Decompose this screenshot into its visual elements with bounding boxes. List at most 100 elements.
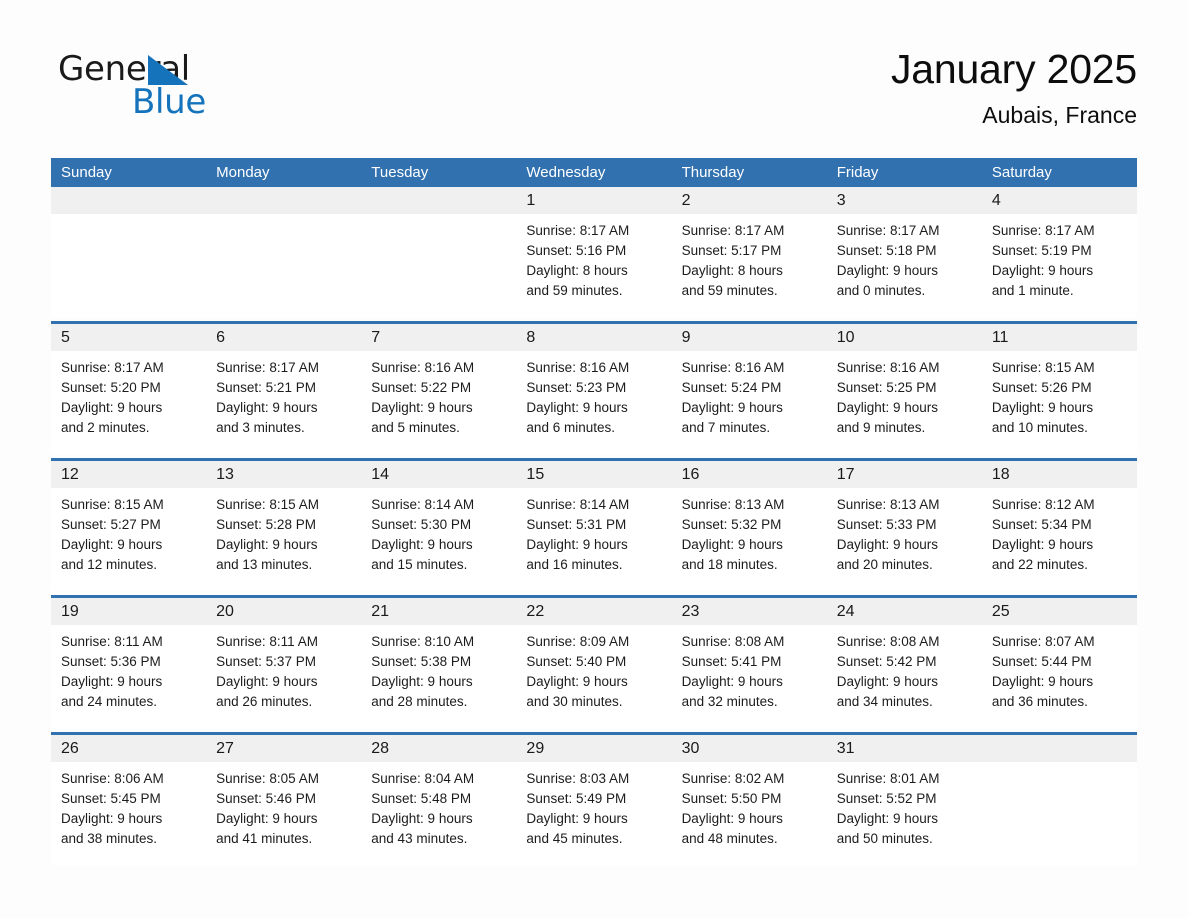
daylight-text-line2: and 45 minutes.	[526, 831, 623, 846]
day-cell[interactable]: Sunrise: 8:17 AM Sunset: 5:21 PM Dayligh…	[206, 351, 361, 454]
day-number[interactable]: 16	[672, 461, 827, 488]
day-cell[interactable]	[51, 214, 206, 317]
day-number[interactable]	[206, 187, 361, 214]
day-cell[interactable]: Sunrise: 8:04 AM Sunset: 5:48 PM Dayligh…	[361, 762, 516, 865]
day-cell[interactable]: Sunrise: 8:07 AM Sunset: 5:44 PM Dayligh…	[982, 625, 1137, 728]
week-info-band: Sunrise: 8:17 AM Sunset: 5:20 PM Dayligh…	[51, 351, 1137, 454]
day-number[interactable]: 19	[51, 598, 206, 625]
daylight-text-line2: and 24 minutes.	[61, 694, 158, 709]
day-number[interactable]: 28	[361, 735, 516, 762]
day-cell[interactable]: Sunrise: 8:15 AM Sunset: 5:27 PM Dayligh…	[51, 488, 206, 591]
sunset-text: Sunset: 5:36 PM	[61, 654, 161, 669]
day-cell[interactable]: Sunrise: 8:12 AM Sunset: 5:34 PM Dayligh…	[982, 488, 1137, 591]
day-cell[interactable]: Sunrise: 8:16 AM Sunset: 5:25 PM Dayligh…	[827, 351, 982, 454]
day-number[interactable]: 20	[206, 598, 361, 625]
day-cell[interactable]: Sunrise: 8:10 AM Sunset: 5:38 PM Dayligh…	[361, 625, 516, 728]
day-cell[interactable]: Sunrise: 8:17 AM Sunset: 5:16 PM Dayligh…	[516, 214, 671, 317]
day-number[interactable]: 6	[206, 324, 361, 351]
day-number[interactable]	[361, 187, 516, 214]
day-cell[interactable]: Sunrise: 8:05 AM Sunset: 5:46 PM Dayligh…	[206, 762, 361, 865]
day-cell[interactable]: Sunrise: 8:08 AM Sunset: 5:42 PM Dayligh…	[827, 625, 982, 728]
daylight-text-line2: and 9 minutes.	[836, 420, 926, 435]
day-number[interactable]	[982, 735, 1137, 762]
day-number[interactable]: 31	[827, 735, 982, 762]
daylight-text-line1: Daylight: 9 hours	[526, 811, 628, 826]
day-number[interactable]: 22	[516, 598, 671, 625]
daylight-text-line2: and 50 minutes.	[836, 831, 933, 846]
day-number[interactable]: 7	[361, 324, 516, 351]
day-cell[interactable]	[206, 214, 361, 317]
day-cell[interactable]: Sunrise: 8:06 AM Sunset: 5:45 PM Dayligh…	[51, 762, 206, 865]
week-info-band: Sunrise: 8:11 AM Sunset: 5:36 PM Dayligh…	[51, 625, 1137, 728]
brand-logo[interactable]: General Blue	[58, 52, 318, 130]
day-cell[interactable]: Sunrise: 8:16 AM Sunset: 5:24 PM Dayligh…	[672, 351, 827, 454]
day-number[interactable]: 23	[672, 598, 827, 625]
day-cell[interactable]: Sunrise: 8:16 AM Sunset: 5:23 PM Dayligh…	[516, 351, 671, 454]
day-cell[interactable]	[982, 762, 1137, 865]
day-number[interactable]: 8	[516, 324, 671, 351]
day-cell[interactable]: Sunrise: 8:14 AM Sunset: 5:31 PM Dayligh…	[516, 488, 671, 591]
day-cell[interactable]: Sunrise: 8:11 AM Sunset: 5:37 PM Dayligh…	[206, 625, 361, 728]
daylight-text-line2: and 18 minutes.	[681, 557, 778, 572]
day-number[interactable]: 15	[516, 461, 671, 488]
daylight-text-line1: Daylight: 9 hours	[216, 400, 318, 415]
daylight-text-line2: and 28 minutes.	[371, 694, 468, 709]
sunset-text: Sunset: 5:38 PM	[371, 654, 472, 669]
day-number[interactable]: 10	[827, 324, 982, 351]
day-number[interactable]: 12	[51, 461, 206, 488]
daylight-text-line1: Daylight: 9 hours	[371, 811, 473, 826]
sunrise-text: Sunrise: 8:17 AM	[836, 223, 940, 238]
day-number[interactable]: 25	[982, 598, 1137, 625]
day-cell[interactable]: Sunrise: 8:17 AM Sunset: 5:20 PM Dayligh…	[51, 351, 206, 454]
day-number[interactable]: 29	[516, 735, 671, 762]
day-cell[interactable]	[361, 214, 516, 317]
day-number[interactable]	[51, 187, 206, 214]
week-daynumber-band: 5 6 7 8 9 10 11	[51, 324, 1137, 351]
day-cell[interactable]: Sunrise: 8:16 AM Sunset: 5:22 PM Dayligh…	[361, 351, 516, 454]
day-cell[interactable]: Sunrise: 8:14 AM Sunset: 5:30 PM Dayligh…	[361, 488, 516, 591]
day-number[interactable]: 30	[672, 735, 827, 762]
sunset-text: Sunset: 5:19 PM	[991, 243, 1092, 258]
daylight-text-line1: Daylight: 9 hours	[371, 400, 473, 415]
day-number[interactable]: 1	[516, 187, 671, 214]
week-daynumber-band: 26 27 28 29 30 31	[51, 735, 1137, 762]
day-cell[interactable]: Sunrise: 8:01 AM Sunset: 5:52 PM Dayligh…	[827, 762, 982, 865]
daylight-text-line2: and 15 minutes.	[371, 557, 468, 572]
day-cell[interactable]: Sunrise: 8:15 AM Sunset: 5:26 PM Dayligh…	[982, 351, 1137, 454]
day-cell[interactable]: Sunrise: 8:15 AM Sunset: 5:28 PM Dayligh…	[206, 488, 361, 591]
day-cell[interactable]: Sunrise: 8:09 AM Sunset: 5:40 PM Dayligh…	[516, 625, 671, 728]
day-cell[interactable]: Sunrise: 8:17 AM Sunset: 5:17 PM Dayligh…	[672, 214, 827, 317]
day-cell[interactable]: Sunrise: 8:11 AM Sunset: 5:36 PM Dayligh…	[51, 625, 206, 728]
day-cell[interactable]: Sunrise: 8:13 AM Sunset: 5:33 PM Dayligh…	[827, 488, 982, 591]
daylight-text-line1: Daylight: 9 hours	[991, 400, 1094, 415]
day-number[interactable]: 17	[827, 461, 982, 488]
sunrise-text: Sunrise: 8:13 AM	[836, 497, 940, 512]
day-number[interactable]: 14	[361, 461, 516, 488]
day-cell[interactable]: Sunrise: 8:02 AM Sunset: 5:50 PM Dayligh…	[672, 762, 827, 865]
day-number[interactable]: 13	[206, 461, 361, 488]
day-number[interactable]: 2	[672, 187, 827, 214]
daylight-text-line1: Daylight: 9 hours	[836, 537, 939, 552]
week-daynumber-band: 12 13 14 15 16 17 18	[51, 461, 1137, 488]
day-number[interactable]: 5	[51, 324, 206, 351]
day-cell[interactable]: Sunrise: 8:13 AM Sunset: 5:32 PM Dayligh…	[672, 488, 827, 591]
day-number[interactable]: 9	[672, 324, 827, 351]
sunrise-text: Sunrise: 8:14 AM	[526, 497, 630, 512]
day-cell[interactable]: Sunrise: 8:03 AM Sunset: 5:49 PM Dayligh…	[516, 762, 671, 865]
day-cell[interactable]: Sunrise: 8:17 AM Sunset: 5:18 PM Dayligh…	[827, 214, 982, 317]
day-number[interactable]: 3	[827, 187, 982, 214]
day-number[interactable]: 11	[982, 324, 1137, 351]
sunrise-text: Sunrise: 8:15 AM	[61, 497, 164, 512]
day-number[interactable]: 26	[51, 735, 206, 762]
day-number[interactable]: 18	[982, 461, 1137, 488]
sunset-text: Sunset: 5:25 PM	[836, 380, 937, 395]
day-cell[interactable]: Sunrise: 8:08 AM Sunset: 5:41 PM Dayligh…	[672, 625, 827, 728]
day-cell[interactable]: Sunrise: 8:17 AM Sunset: 5:19 PM Dayligh…	[982, 214, 1137, 317]
daylight-text-line1: Daylight: 9 hours	[681, 537, 783, 552]
sunrise-text: Sunrise: 8:14 AM	[371, 497, 475, 512]
day-number[interactable]: 24	[827, 598, 982, 625]
day-number[interactable]: 27	[206, 735, 361, 762]
day-number[interactable]: 4	[982, 187, 1137, 214]
day-number[interactable]: 21	[361, 598, 516, 625]
sunrise-text: Sunrise: 8:12 AM	[991, 497, 1095, 512]
